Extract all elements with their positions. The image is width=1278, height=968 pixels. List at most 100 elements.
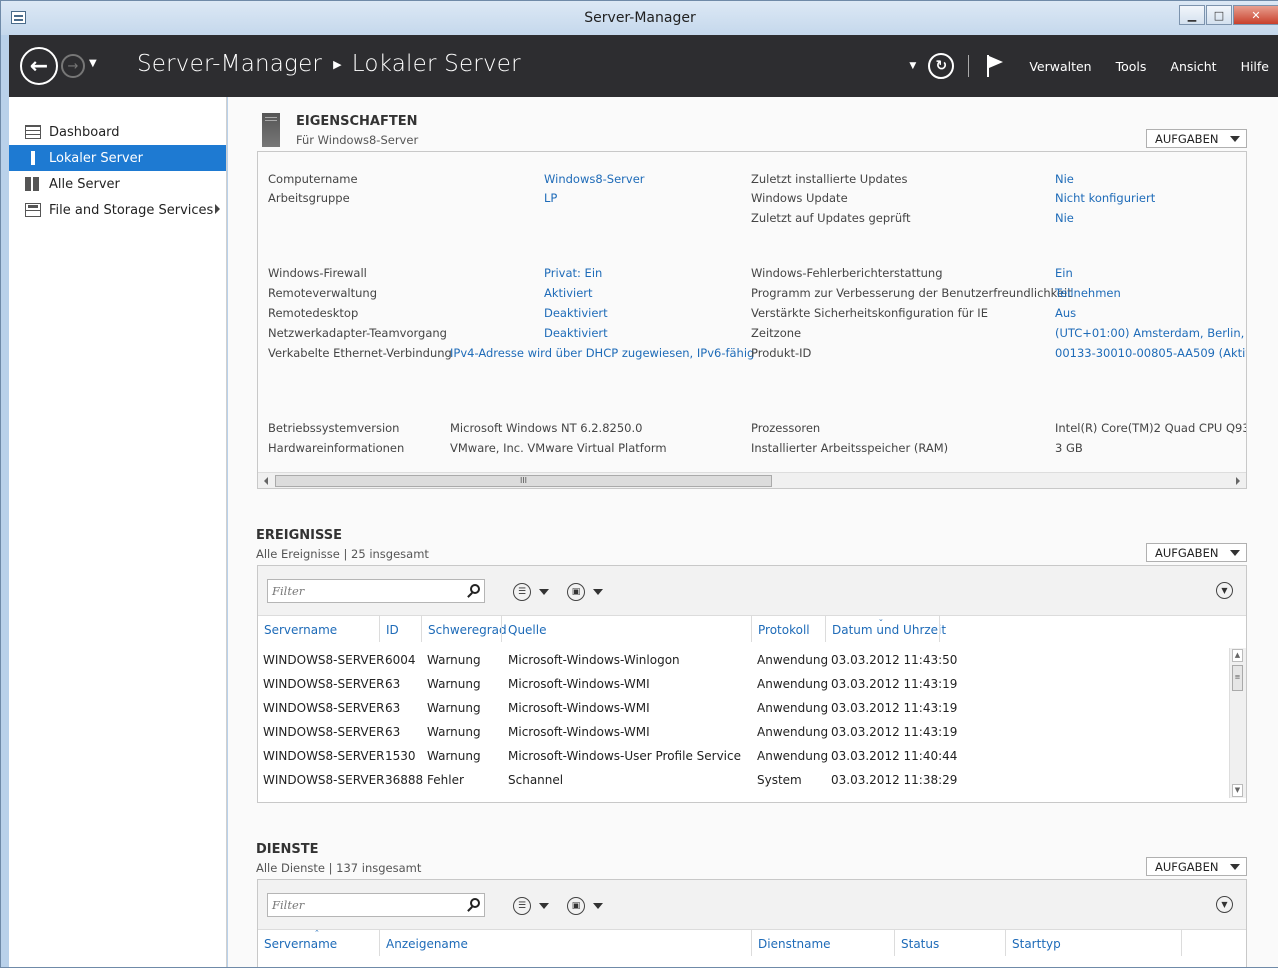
local-server-icon bbox=[25, 151, 41, 165]
prop-value-link[interactable]: Deaktiviert bbox=[544, 306, 608, 320]
column-divider[interactable] bbox=[379, 616, 380, 642]
save-query-icon[interactable]: ▣ bbox=[567, 583, 585, 601]
prop-value-link[interactable]: Nie bbox=[1055, 211, 1074, 225]
properties-tasks-button[interactable]: AUFGABEN bbox=[1146, 129, 1247, 148]
scroll-up-icon[interactable]: ▲ bbox=[1232, 649, 1243, 662]
header-dropdown-icon[interactable]: ▼ bbox=[909, 61, 916, 71]
table-row[interactable]: WINDOWS8-SERVER 6004 Warnung Microsoft-W… bbox=[258, 648, 1228, 672]
prop-value-link[interactable]: Nie bbox=[1055, 172, 1074, 186]
forward-button[interactable]: → bbox=[61, 54, 85, 78]
column-divider[interactable] bbox=[1181, 930, 1182, 956]
chevron-down-icon[interactable] bbox=[539, 903, 549, 909]
submenu-arrow-icon[interactable] bbox=[215, 204, 220, 214]
chevron-down-icon[interactable] bbox=[593, 589, 603, 595]
table-row[interactable]: WINDOWS8-SERVER 63 Warnung Microsoft-Win… bbox=[258, 696, 1228, 720]
expand-collapse-icon[interactable]: ▼ bbox=[1216, 582, 1233, 599]
col-header-source[interactable]: Quelle bbox=[508, 623, 546, 637]
table-row[interactable]: WINDOWS8-SERVER 63 Warnung Microsoft-Win… bbox=[258, 720, 1228, 744]
column-divider[interactable] bbox=[894, 930, 895, 956]
prop-value-link[interactable]: Teilnehmen bbox=[1055, 286, 1121, 300]
save-query-icon[interactable]: ▣ bbox=[567, 897, 585, 915]
table-row[interactable]: WINDOWS8-SERVER 36888 Fehler Schannel Sy… bbox=[258, 768, 1228, 792]
vertical-scrollbar[interactable]: ▲ ≡ ▼ bbox=[1229, 648, 1246, 798]
expand-collapse-icon[interactable]: ▼ bbox=[1216, 896, 1233, 913]
cell-log: System bbox=[757, 773, 802, 787]
table-row[interactable]: WINDOWS8-SERVER 63 Warnung Microsoft-Win… bbox=[258, 672, 1228, 696]
list-options-icon[interactable]: ☰ bbox=[513, 897, 531, 915]
menu-hilfe[interactable]: Hilfe bbox=[1241, 59, 1269, 74]
back-button[interactable]: ← bbox=[20, 47, 58, 85]
column-divider[interactable] bbox=[751, 616, 752, 642]
cell-id: 63 bbox=[385, 725, 401, 739]
sidebar-item-dashboard[interactable]: Dashboard bbox=[9, 119, 226, 145]
col-header-display-name[interactable]: Anzeigename bbox=[386, 937, 468, 951]
col-header-status[interactable]: Status bbox=[901, 937, 939, 951]
scroll-right-icon[interactable] bbox=[1236, 477, 1240, 485]
scroll-down-icon[interactable]: ▼ bbox=[1232, 784, 1243, 797]
col-header-severity[interactable]: Schweregrad bbox=[428, 623, 507, 637]
prop-value-link[interactable]: Nicht konfiguriert bbox=[1055, 191, 1155, 205]
col-header-servername[interactable]: Servername bbox=[264, 937, 337, 951]
prop-value-link[interactable]: 00133-30010-00805-AA509 (Aktiviert) bbox=[1055, 346, 1246, 360]
chevron-down-icon[interactable] bbox=[539, 589, 549, 595]
minimize-button[interactable]: ▁ bbox=[1179, 5, 1205, 25]
cell-severity: Warnung bbox=[427, 749, 481, 763]
sidebar-item-local-server[interactable]: Lokaler Server bbox=[9, 145, 226, 171]
list-options-icon[interactable]: ☰ bbox=[513, 583, 531, 601]
cell-log: Anwendung bbox=[757, 653, 829, 667]
close-button[interactable]: ✕ bbox=[1233, 5, 1278, 25]
cell-source: Schannel bbox=[508, 773, 564, 787]
properties-panel: Computername Windows8-Server Arbeitsgrup… bbox=[257, 151, 1247, 489]
cell-servername: WINDOWS8-SERVER bbox=[263, 701, 385, 715]
history-dropdown-icon[interactable]: ▼ bbox=[89, 58, 97, 69]
col-header-log[interactable]: Protokoll bbox=[758, 623, 810, 637]
column-divider[interactable] bbox=[825, 616, 826, 642]
col-header-id[interactable]: ID bbox=[386, 623, 399, 637]
prop-value-link[interactable]: Deaktiviert bbox=[544, 326, 608, 340]
prop-value-link[interactable]: LP bbox=[544, 191, 557, 205]
scroll-thumb[interactable]: ≡ bbox=[1232, 665, 1243, 691]
column-divider[interactable] bbox=[379, 930, 380, 956]
prop-value-link[interactable]: Privat: Ein bbox=[544, 266, 602, 280]
scroll-thumb[interactable]: III bbox=[275, 475, 772, 487]
refresh-icon[interactable]: ↻ bbox=[928, 53, 955, 79]
menu-tools[interactable]: Tools bbox=[1116, 59, 1147, 74]
prop-value-link[interactable]: Ein bbox=[1055, 266, 1073, 280]
column-divider[interactable] bbox=[421, 616, 422, 642]
prop-label: Zuletzt installierte Updates bbox=[751, 172, 908, 186]
prop-value-link[interactable]: Windows8-Server bbox=[544, 172, 645, 186]
breadcrumb-root[interactable]: Server-Manager bbox=[137, 51, 322, 77]
sidebar-item-all-servers[interactable]: Alle Server bbox=[9, 171, 226, 197]
prop-value-link[interactable]: Aktiviert bbox=[544, 286, 593, 300]
search-icon[interactable] bbox=[470, 584, 480, 594]
horizontal-scrollbar[interactable]: III bbox=[258, 472, 1246, 488]
services-filter-input[interactable]: Filter bbox=[267, 893, 485, 917]
column-divider[interactable] bbox=[501, 616, 502, 642]
col-header-start-type[interactable]: Starttyp bbox=[1012, 937, 1061, 951]
table-row[interactable]: WINDOWS8-SERVER 1530 Warnung Microsoft-W… bbox=[258, 744, 1228, 768]
search-icon[interactable] bbox=[470, 898, 480, 908]
cell-datetime: 03.03.2012 11:43:19 bbox=[831, 677, 958, 691]
menu-ansicht[interactable]: Ansicht bbox=[1170, 59, 1216, 74]
events-filter-input[interactable]: Filter bbox=[267, 579, 485, 603]
notifications-flag-icon[interactable] bbox=[985, 55, 1004, 77]
prop-label: Verstärkte Sicherheitskonfiguration für … bbox=[751, 306, 988, 320]
maximize-button[interactable]: □ bbox=[1206, 5, 1232, 25]
scroll-left-icon[interactable] bbox=[264, 477, 268, 485]
services-tasks-button[interactable]: AUFGABEN bbox=[1146, 857, 1247, 876]
events-tasks-button[interactable]: AUFGABEN bbox=[1146, 543, 1247, 562]
column-divider[interactable] bbox=[1005, 930, 1006, 956]
cell-id: 63 bbox=[385, 677, 401, 691]
col-header-servername[interactable]: Servername bbox=[264, 623, 337, 637]
prop-value-link[interactable]: (UTC+01:00) Amsterdam, Berlin, Bern bbox=[1055, 326, 1246, 340]
chevron-down-icon[interactable] bbox=[593, 903, 603, 909]
sidebar-item-file-storage[interactable]: File and Storage Services bbox=[9, 197, 226, 223]
column-divider[interactable] bbox=[751, 930, 752, 956]
col-header-datetime[interactable]: Datum und Uhrzeit bbox=[832, 623, 946, 637]
prop-value-link[interactable]: Aus bbox=[1055, 306, 1076, 320]
col-header-service-name[interactable]: Dienstname bbox=[758, 937, 831, 951]
prop-value-link[interactable]: IPv4-Adresse wird über DHCP zugewiesen, … bbox=[450, 346, 754, 360]
menu-verwalten[interactable]: Verwalten bbox=[1029, 59, 1091, 74]
prop-label: Prozessoren bbox=[751, 421, 821, 435]
column-divider[interactable] bbox=[939, 616, 940, 642]
